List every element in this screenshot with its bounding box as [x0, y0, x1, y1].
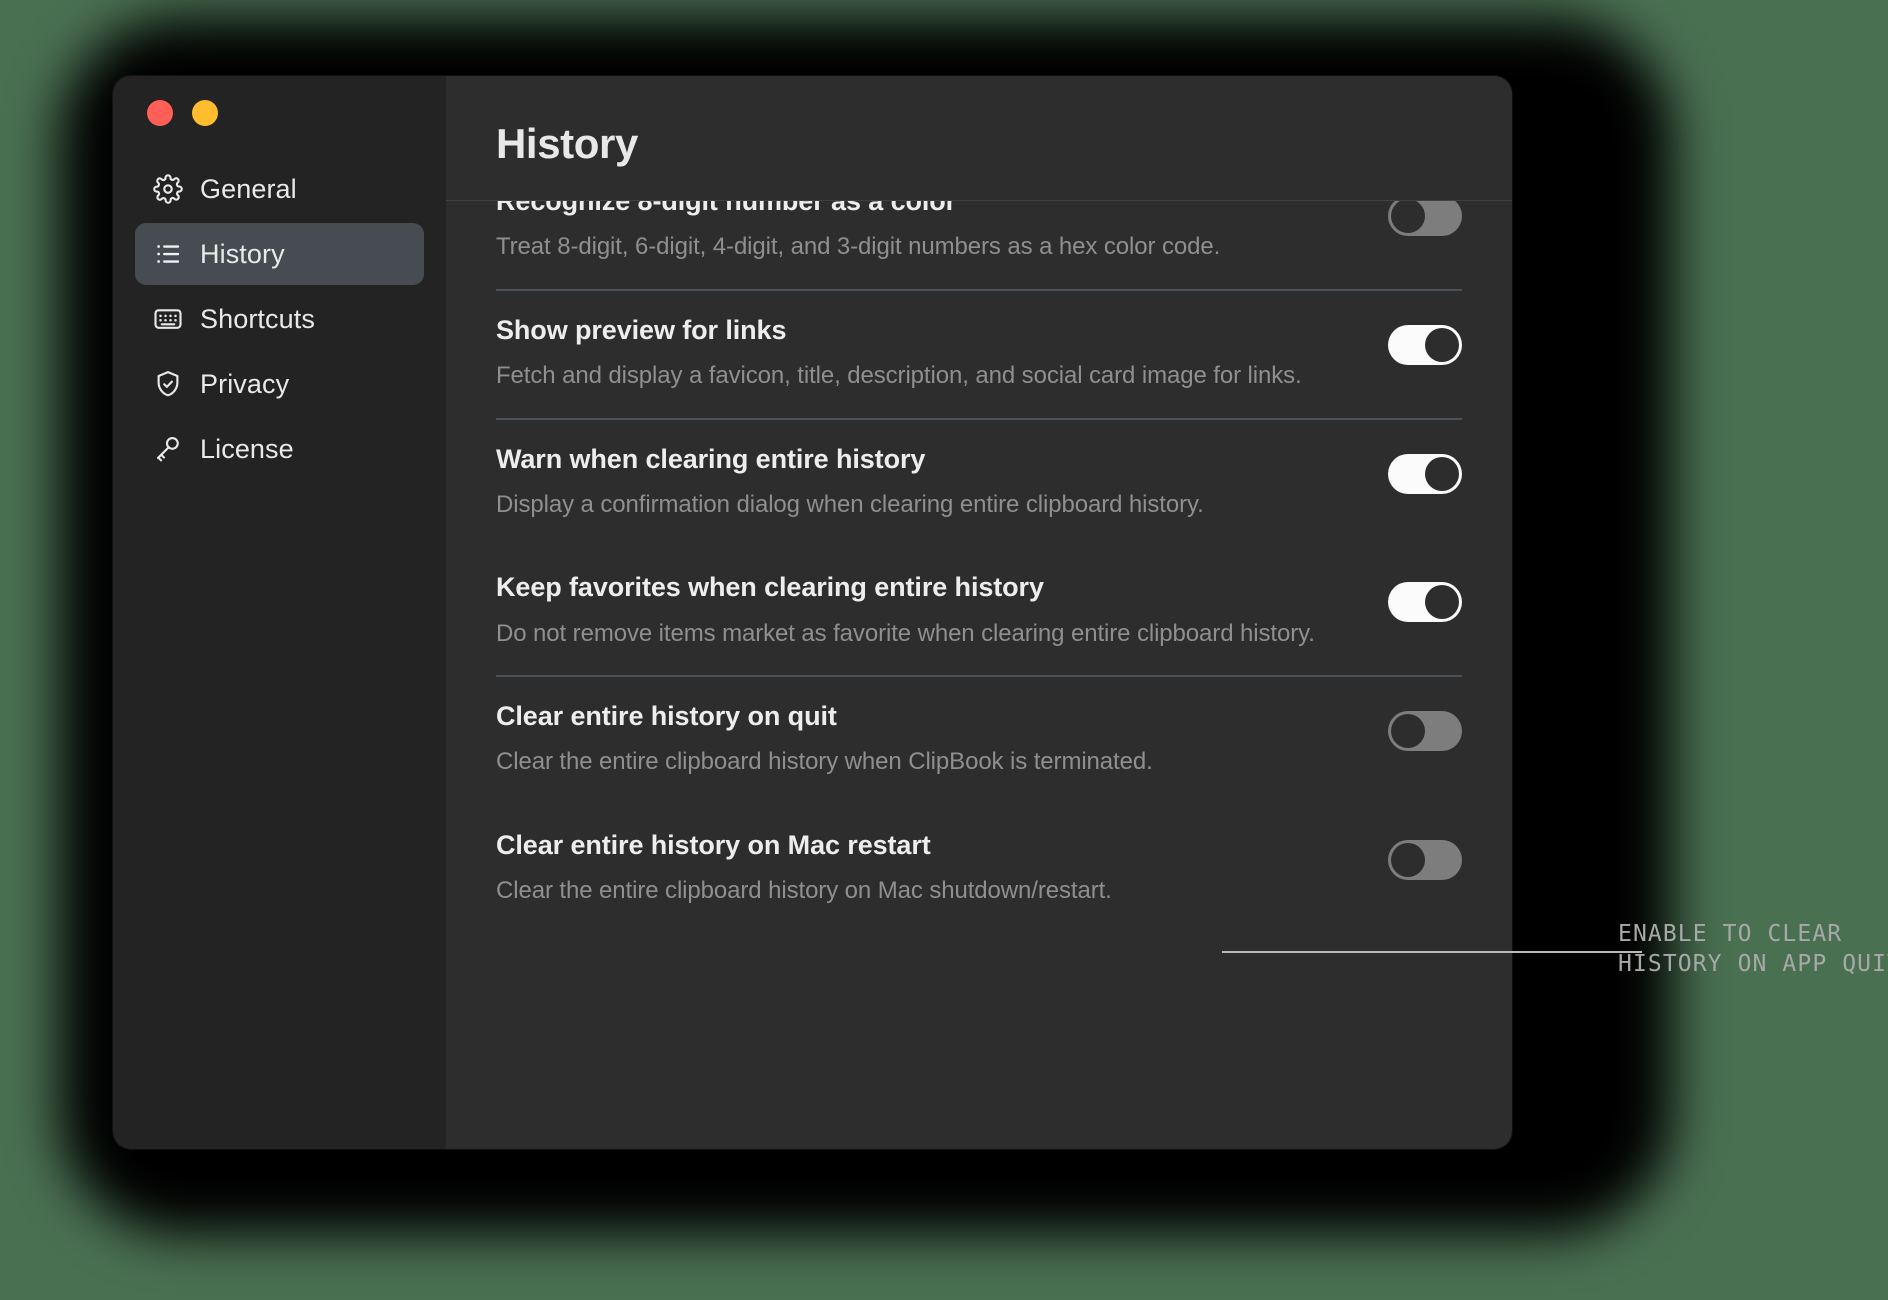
- setting-row-keep-favorites-when-clearing: Keep favorites when clearing entire hist…: [496, 548, 1462, 677]
- setting-row-show-preview-for-links: Show preview for links Fetch and display…: [496, 291, 1462, 420]
- content-pane: History Recognize 8-digit number as a co…: [446, 76, 1512, 1149]
- toggle-keep-favorites-when-clearing[interactable]: [1388, 582, 1462, 623]
- setting-description: Do not remove items market as favorite w…: [496, 619, 1315, 647]
- toggle-knob: [1425, 585, 1459, 620]
- toggle-knob: [1391, 199, 1425, 233]
- sidebar-item-license[interactable]: License: [135, 418, 424, 480]
- page-title: History: [496, 120, 638, 167]
- setting-title: Clear entire history on quit: [496, 701, 837, 732]
- app-window: General History Shortcuts Privacy Licens…: [113, 76, 1512, 1149]
- setting-description: Display a confirmation dialog when clear…: [496, 490, 1204, 518]
- sidebar-item-privacy[interactable]: Privacy: [135, 353, 424, 415]
- key-icon: [153, 434, 183, 464]
- close-window-button[interactable]: [147, 100, 173, 126]
- sidebar-item-label: History: [200, 238, 285, 269]
- setting-text: Clear entire history on Mac restart Clea…: [496, 830, 1382, 909]
- setting-description: Clear the entire clipboard history when …: [496, 748, 1153, 776]
- shield-icon: [153, 369, 183, 399]
- toggle-clear-entire-history-on-mac-restart[interactable]: [1388, 839, 1462, 880]
- sidebar-item-label: Shortcuts: [200, 303, 315, 334]
- keyboard-icon: [153, 304, 183, 334]
- toggle-knob: [1425, 456, 1459, 491]
- sidebar-item-general[interactable]: General: [135, 158, 424, 220]
- minimize-window-button[interactable]: [192, 100, 218, 126]
- toggle-wrap: [1382, 572, 1462, 623]
- setting-title: Show preview for links: [496, 314, 787, 345]
- sidebar: General History Shortcuts Privacy Licens…: [113, 76, 446, 1149]
- toggle-wrap: [1382, 701, 1462, 752]
- setting-text: Show preview for links Fetch and display…: [496, 315, 1382, 394]
- toggle-knob: [1425, 327, 1459, 362]
- settings-list: Recognize 8-digit number as a color Trea…: [496, 162, 1462, 935]
- toggle-wrap: [1382, 444, 1462, 494]
- toggle-recognize-8-digit-color[interactable]: [1388, 196, 1462, 236]
- setting-text: Keep favorites when clearing entire hist…: [496, 572, 1382, 651]
- toggle-clear-entire-history-on-quit[interactable]: [1388, 711, 1462, 752]
- setting-title: Warn when clearing entire history: [496, 443, 926, 474]
- toggle-warn-when-clearing-entire-history[interactable]: [1388, 453, 1462, 494]
- setting-description: Clear the entire clipboard history on Ma…: [496, 877, 1112, 905]
- sidebar-item-label: General: [200, 173, 297, 204]
- list-icon: [153, 239, 183, 269]
- settings-scroll-area[interactable]: Recognize 8-digit number as a color Trea…: [446, 76, 1512, 1149]
- setting-description: Treat 8-digit, 6-digit, 4-digit, and 3-d…: [496, 233, 1221, 261]
- toggle-show-preview-for-links[interactable]: [1388, 324, 1462, 365]
- toggle-wrap: [1382, 830, 1462, 880]
- setting-row-clear-entire-history-on-mac-restart: Clear entire history on Mac restart Clea…: [496, 806, 1462, 935]
- sidebar-item-shortcuts[interactable]: Shortcuts: [135, 288, 424, 350]
- setting-title: Clear entire history on Mac restart: [496, 829, 931, 860]
- content-header: History: [446, 76, 1512, 201]
- setting-description: Fetch and display a favicon, title, desc…: [496, 362, 1302, 390]
- toggle-wrap: [1382, 315, 1462, 365]
- setting-row-warn-when-clearing-entire-history: Warn when clearing entire history Displa…: [496, 420, 1462, 549]
- sidebar-item-label: License: [200, 433, 294, 464]
- setting-text: Warn when clearing entire history Displa…: [496, 444, 1382, 523]
- annotation-connector-line: [1222, 951, 1642, 953]
- gear-icon: [153, 174, 183, 204]
- traffic-lights: [135, 76, 424, 148]
- toggle-knob: [1391, 714, 1425, 749]
- sidebar-item-label: Privacy: [200, 368, 290, 399]
- setting-title: Keep favorites when clearing entire hist…: [496, 572, 1044, 603]
- annotation-label: Enable to clear history on app quit: [1618, 921, 1888, 977]
- setting-text: Clear entire history on quit Clear the e…: [496, 701, 1382, 780]
- sidebar-nav: General History Shortcuts Privacy Licens…: [135, 158, 424, 480]
- setting-row-clear-entire-history-on-quit: Clear entire history on quit Clear the e…: [496, 677, 1462, 806]
- sidebar-item-history[interactable]: History: [135, 223, 424, 285]
- toggle-knob: [1391, 842, 1425, 877]
